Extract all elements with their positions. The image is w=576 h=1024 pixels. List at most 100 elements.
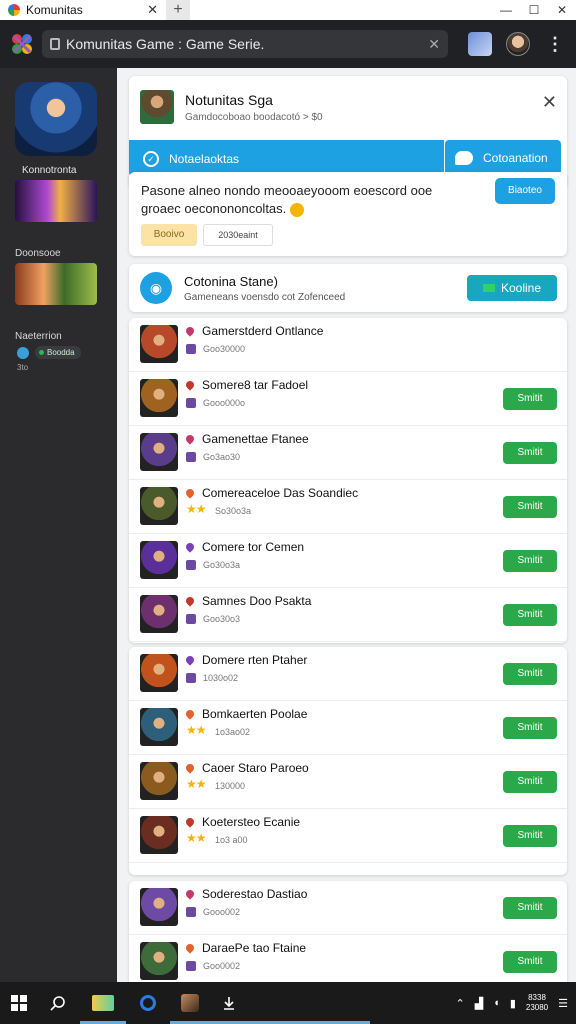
address-bar[interactable]: Komunitas Game : Game Serie. ✕ [42,30,448,58]
profile-avatar[interactable] [506,32,530,56]
chevron-up-icon[interactable]: ⌃ [455,997,464,1010]
search-button[interactable] [38,982,78,1024]
address-bar-url[interactable]: Komunitas Game : Game Serie. [66,36,422,52]
game-list-row[interactable]: Comereaceloe Das Soandiec ★★ So30o3a Smitit [129,480,567,534]
game-thumbnail[interactable] [140,708,178,746]
sidebar-thumbnail-2[interactable] [15,263,97,305]
game-name[interactable]: Soderestao Dastiao [202,887,307,901]
game-action-button[interactable]: Smitit [503,771,557,793]
game-list-row[interactable]: Gamenettae Ftanee Go3ao30 Smitit [129,426,567,480]
heart-icon[interactable] [184,541,196,553]
game-name[interactable]: Bomkaerten Poolae [202,707,307,721]
battery-icon[interactable]: ▮ [510,997,516,1010]
app-launcher-icon[interactable] [8,30,36,58]
game-list-row[interactable]: Somere8 tar Fadoel Gooo000o Smitit [129,372,567,426]
game-action-button[interactable]: Smitit [503,717,557,739]
heart-icon[interactable] [184,487,196,499]
game-thumbnail[interactable] [140,654,178,692]
minimize-button[interactable]: — [492,3,520,17]
system-clock[interactable]: 8338 23080 [526,993,548,1013]
notification-center-icon[interactable]: ☰ [558,997,568,1010]
game-name[interactable]: Gamenettae Ftanee [202,432,309,446]
taskbar-app-download[interactable] [214,982,244,1024]
close-icon[interactable]: ✕ [542,92,557,113]
game-name[interactable]: Koetersteo Ecanie [202,815,300,829]
promo-action-button[interactable]: Biaoteo [495,178,555,204]
start-button[interactable] [0,982,38,1024]
maximize-button[interactable]: ☐ [520,3,548,17]
game-list-row[interactable]: Bomkaerten Poolae ★★ 1o3ao02 Smitit [129,701,567,755]
heart-icon[interactable] [184,654,196,666]
sidebar-label-1: Konnotronta [22,165,77,176]
volume-icon[interactable]: ◖ [493,997,500,1009]
game-list-row[interactable]: Gamerstderd Ontlance Goo30000 [129,318,567,372]
game-action-button[interactable]: Smitit [503,496,557,518]
game-list-row[interactable]: DaraePe tao Ftaine Goo0002 Smitit [129,935,567,989]
taskbar-app-browser[interactable] [126,982,170,1024]
game-list-row[interactable]: Samnes Doo Psakta Goo30o3 Smitit [129,588,567,642]
heart-icon[interactable] [184,433,196,445]
game-thumbnail[interactable] [140,762,178,800]
extension-icon[interactable] [468,32,492,56]
more-menu-icon[interactable]: ⋮ [546,34,564,55]
game-thumbnail[interactable] [140,433,178,471]
game-name[interactable]: Caoer Staro Paroeo [202,761,309,775]
game-name[interactable]: DaraePe tao Ftaine [202,941,306,955]
taskbar-app-files[interactable] [80,982,126,1024]
game-name[interactable]: Gamerstderd Ontlance [202,324,323,338]
sidebar-hero-image[interactable] [15,82,97,156]
game-thumbnail[interactable] [140,487,178,525]
game-thumbnail[interactable] [140,942,178,980]
heart-icon[interactable] [184,595,196,607]
browser-tab[interactable]: Komunitas ✕ [0,0,166,20]
game-list-row[interactable]: Soderestao Dastiao Gooo002 Smitit [129,881,567,935]
game-action-button[interactable]: Smitit [503,388,557,410]
close-window-button[interactable]: ✕ [548,3,576,17]
game-thumbnail[interactable] [140,325,178,363]
heart-icon[interactable] [184,325,196,337]
heart-icon[interactable] [184,708,196,720]
game-action-button[interactable]: Smitit [503,951,557,973]
go-online-button[interactable]: Kooline [467,275,557,301]
promo-chip-primary[interactable]: Booivo [141,224,197,246]
game-thumbnail[interactable] [140,595,178,633]
game-action-button[interactable]: Smitit [503,550,557,572]
search-icon [50,996,65,1011]
heart-icon[interactable] [184,816,196,828]
sidebar-thumbnail-1[interactable] [15,180,97,222]
game-meta: 1o3ao02 [215,727,251,737]
game-action-button[interactable]: Smitit [503,825,557,847]
game-list-row[interactable]: Comere tor Cemen Go30o3a Smitit [129,534,567,588]
game-name[interactable]: Domere rten Ptaher [202,653,307,667]
game-name[interactable]: Somere8 tar Fadoel [202,378,308,392]
network-icon[interactable]: ▟ [475,997,483,1010]
game-thumbnail[interactable] [140,816,178,854]
conversation-button[interactable]: Cotoanation [445,140,561,176]
game-name[interactable]: Comere tor Cemen [202,540,304,554]
heart-icon[interactable] [184,888,196,900]
game-action-button[interactable]: Smitit [503,604,557,626]
game-thumbnail[interactable] [140,379,178,417]
game-thumbnail[interactable] [140,541,178,579]
game-name[interactable]: Samnes Doo Psakta [202,594,311,608]
clear-address-icon[interactable]: ✕ [428,36,440,53]
promo-text: Pasone alneo nondo meooaeyooom eoescord … [141,182,471,218]
heart-icon[interactable] [184,762,196,774]
taskbar-app-game[interactable] [170,982,370,1024]
game-list-row[interactable]: Domere rten Ptaher 1030o02 Smitit [129,647,567,701]
heart-icon[interactable] [184,942,196,954]
heart-icon[interactable] [184,379,196,391]
new-tab-button[interactable]: + [166,0,190,20]
game-list-row[interactable]: Koetersteo Ecanie ★★ 1o3 a00 Smitit [129,809,567,863]
sidebar-status-pill[interactable]: Boodda [35,346,81,359]
game-name[interactable]: Comereaceloe Das Soandiec [202,486,358,500]
star-rating-icon: ★★ [186,723,206,737]
download-icon [224,997,234,1010]
game-action-button[interactable]: Smitit [503,897,557,919]
game-thumbnail[interactable] [140,888,178,926]
game-action-button[interactable]: Smitit [503,663,557,685]
game-list-row[interactable]: Caoer Staro Paroeo ★★ 130000 Smitit [129,755,567,809]
game-action-button[interactable]: Smitit [503,442,557,464]
tab-close-icon[interactable]: ✕ [147,2,158,18]
promo-chip-secondary[interactable]: 2030eaint [203,224,273,246]
